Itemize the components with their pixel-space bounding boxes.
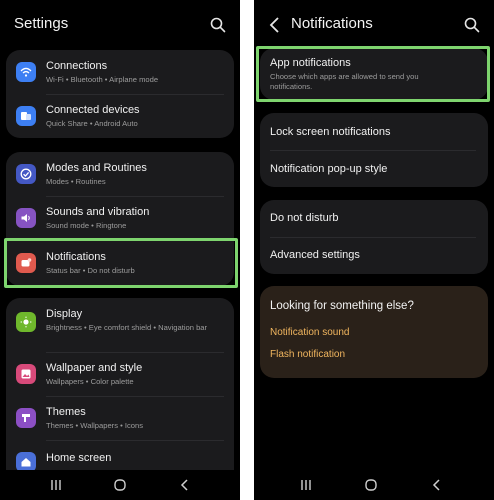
item-title: Lock screen notifications xyxy=(270,126,391,138)
item-title: Do not disturb xyxy=(270,212,339,224)
item-subtitle: Modes • Routines xyxy=(46,177,106,186)
settings-item-sounds-vibration[interactable]: Sounds and vibration Sound mode • Ringto… xyxy=(6,196,234,240)
devices-icon xyxy=(16,106,36,126)
settings-screen: Settings Connections Wi-Fi • Bluetooth •… xyxy=(0,0,240,500)
settings-item-popup-style[interactable]: Notification pop-up style xyxy=(260,150,488,187)
item-title: Advanced settings xyxy=(270,249,360,261)
settings-group-1: Connections Wi-Fi • Bluetooth • Airplane… xyxy=(6,50,234,138)
sun-icon xyxy=(16,312,36,332)
settings-item-themes[interactable]: Themes Themes • Wallpapers • Icons xyxy=(6,396,234,440)
home-button-icon[interactable] xyxy=(113,478,127,492)
item-subtitle: Themes • Wallpapers • Icons xyxy=(46,421,144,430)
settings-header: Settings xyxy=(0,0,240,50)
home-icon xyxy=(16,452,36,472)
recents-icon[interactable] xyxy=(299,478,313,492)
settings-item-do-not-disturb[interactable]: Do not disturb xyxy=(260,200,488,237)
settings-item-modes-routines[interactable]: Modes and Routines Modes • Routines xyxy=(6,152,234,196)
settings-item-wallpaper-style[interactable]: Wallpaper and style Wallpapers • Color p… xyxy=(6,352,234,396)
settings-item-lock-screen-notifications[interactable]: Lock screen notifications xyxy=(260,113,488,150)
settings-item-connected-devices[interactable]: Connected devices Quick Share • Android … xyxy=(6,94,234,138)
item-title: Notification pop-up style xyxy=(270,163,388,175)
item-title: Home screen xyxy=(46,452,112,464)
themes-icon xyxy=(16,408,36,428)
page-title: Notifications xyxy=(291,15,373,32)
lockscreen-group: Lock screen notifications Notification p… xyxy=(260,113,488,187)
item-title: Themes xyxy=(46,406,86,418)
notifications-highlight xyxy=(4,238,238,288)
item-title: Connections xyxy=(46,60,108,72)
notifications-header: Notifications xyxy=(254,0,494,50)
back-arrow-icon[interactable] xyxy=(268,16,282,34)
item-title: Modes and Routines xyxy=(46,162,147,174)
navigation-bar xyxy=(0,470,240,500)
item-subtitle: Quick Share • Android Auto xyxy=(46,119,138,128)
item-title: Connected devices xyxy=(46,104,140,116)
notifications-screen: Notifications App notifications Choose w… xyxy=(254,0,494,500)
settings-item-home-screen[interactable]: Home screen xyxy=(6,440,234,473)
search-icon[interactable] xyxy=(210,17,226,33)
back-nav-icon[interactable] xyxy=(178,478,192,492)
page-title: Settings xyxy=(14,15,69,32)
wifi-icon xyxy=(16,62,36,82)
recents-icon[interactable] xyxy=(49,478,63,492)
item-title: Sounds and vibration xyxy=(46,206,150,218)
settings-item-connections[interactable]: Connections Wi-Fi • Bluetooth • Airplane… xyxy=(6,50,234,94)
item-subtitle: Wallpapers • Color palette xyxy=(46,377,134,386)
check-circle-icon xyxy=(16,164,36,184)
dnd-group: Do not disturb Advanced settings xyxy=(260,200,488,274)
image-icon xyxy=(16,364,36,384)
looking-title: Looking for something else? xyxy=(270,300,414,312)
item-title: Wallpaper and style xyxy=(46,362,143,374)
item-title: Display xyxy=(46,308,83,320)
item-subtitle: Wi-Fi • Bluetooth • Airplane mode xyxy=(46,75,159,84)
search-icon[interactable] xyxy=(464,17,480,33)
looking-for-something-card: Looking for something else? Notification… xyxy=(260,286,488,378)
settings-item-display[interactable]: Display Brightness • Eye comfort shield … xyxy=(6,298,234,350)
settings-item-advanced-settings[interactable]: Advanced settings xyxy=(260,237,488,274)
navigation-bar xyxy=(254,470,494,500)
item-subtitle: Brightness • Eye comfort shield • Naviga… xyxy=(46,323,208,332)
settings-group-3: Display Brightness • Eye comfort shield … xyxy=(6,298,234,473)
app-notifications-highlight xyxy=(256,46,490,102)
volume-icon xyxy=(16,208,36,228)
back-nav-icon[interactable] xyxy=(430,478,444,492)
item-subtitle: Sound mode • Ringtone xyxy=(46,221,127,230)
home-button-icon[interactable] xyxy=(364,478,378,492)
link-flash-notification[interactable]: Flash notification xyxy=(270,349,345,360)
link-notification-sound[interactable]: Notification sound xyxy=(270,327,350,338)
